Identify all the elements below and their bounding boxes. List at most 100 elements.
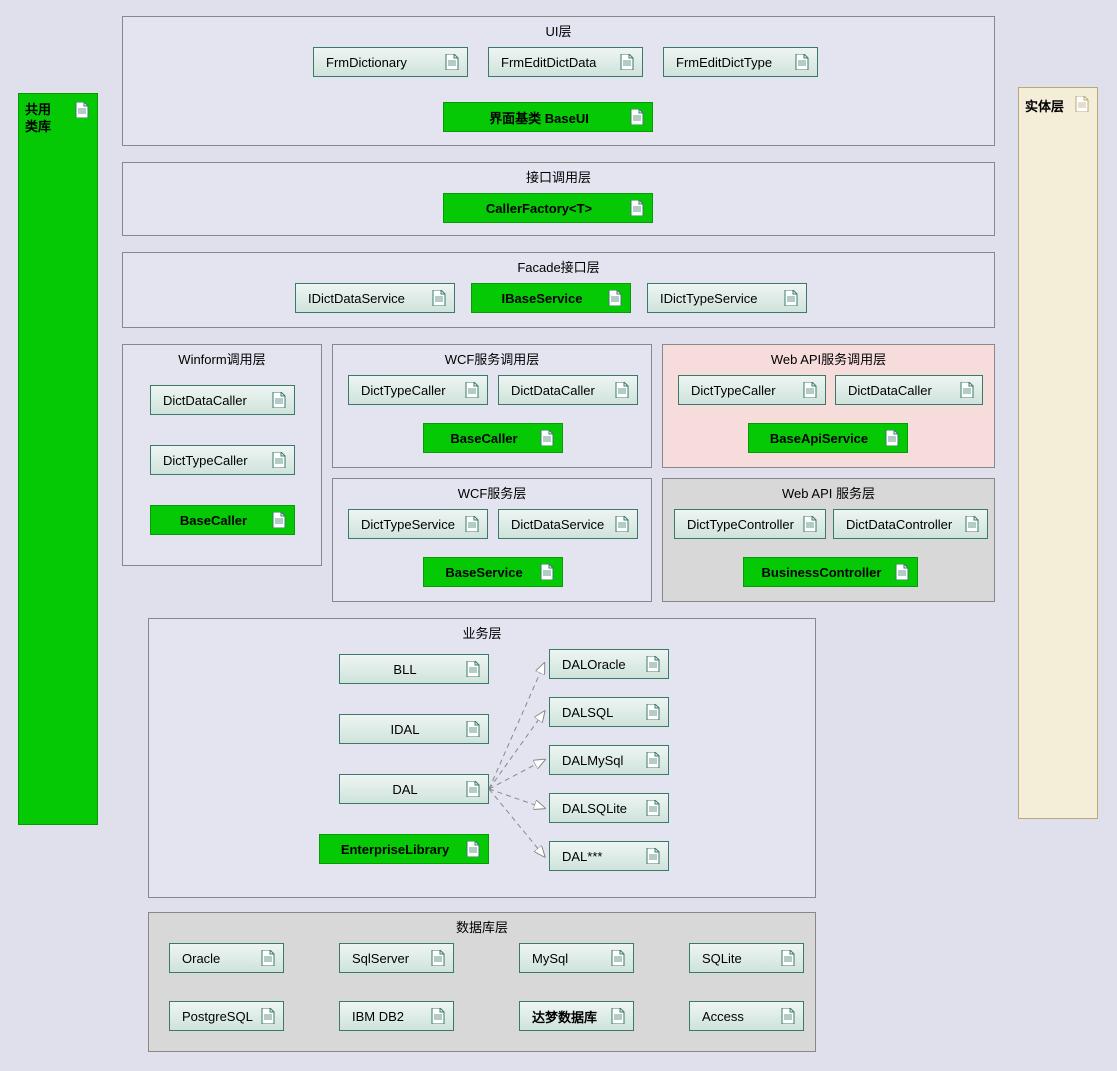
box-access: Access bbox=[689, 1001, 804, 1031]
document-icon bbox=[445, 54, 459, 70]
document-icon bbox=[965, 516, 979, 532]
box-dictdataservice: DictDataService bbox=[498, 509, 638, 539]
panel-title: Web API 服务层 bbox=[663, 479, 994, 504]
box-frmeditdicttype: FrmEditDictType bbox=[663, 47, 818, 77]
box-sqlite: SQLite bbox=[689, 943, 804, 973]
panel-title: UI层 bbox=[123, 17, 994, 42]
document-icon bbox=[608, 290, 622, 306]
document-icon bbox=[615, 516, 629, 532]
box-frmdictionary: FrmDictionary bbox=[313, 47, 468, 77]
box-dictdatacaller-api: DictDataCaller bbox=[835, 375, 983, 405]
box-baseui: 界面基类 BaseUI bbox=[443, 102, 653, 132]
box-ibmdb2: IBM DB2 bbox=[339, 1001, 454, 1031]
document-icon bbox=[615, 382, 629, 398]
panel-business-layer: 业务层 BLL IDAL DAL EnterpriseLibrary DALOr… bbox=[148, 618, 816, 898]
panel-title: Web API服务调用层 bbox=[663, 345, 994, 370]
document-icon bbox=[261, 950, 275, 966]
document-icon bbox=[431, 950, 445, 966]
panel-winform-caller: Winform调用层 DictDataCaller DictTypeCaller… bbox=[122, 344, 322, 566]
document-icon bbox=[620, 54, 634, 70]
sidebar-shared-lib: 共用类库 bbox=[18, 93, 98, 825]
document-icon bbox=[272, 452, 286, 468]
box-idictdataservice: IDictDataService bbox=[295, 283, 455, 313]
document-icon bbox=[75, 102, 89, 118]
document-icon bbox=[611, 950, 625, 966]
box-dicttypecontroller: DictTypeController bbox=[674, 509, 826, 539]
box-sqlserver: SqlServer bbox=[339, 943, 454, 973]
panel-title: 业务层 bbox=[149, 619, 815, 644]
box-dal-star: DAL*** bbox=[549, 841, 669, 871]
sidebar-entity-layer: 实体层 bbox=[1018, 87, 1098, 819]
box-baseapiservice: BaseApiService bbox=[748, 423, 908, 453]
document-icon bbox=[630, 109, 644, 125]
box-dicttypecaller-wcf: DictTypeCaller bbox=[348, 375, 488, 405]
document-icon bbox=[431, 1008, 445, 1024]
document-icon bbox=[540, 430, 554, 446]
box-idal: IDAL bbox=[339, 714, 489, 744]
box-baseservice: BaseService bbox=[423, 557, 563, 587]
box-dictdatacontroller: DictDataController bbox=[833, 509, 988, 539]
document-icon bbox=[781, 1008, 795, 1024]
box-dictdatacaller-wcf: DictDataCaller bbox=[498, 375, 638, 405]
document-icon bbox=[803, 516, 817, 532]
document-icon bbox=[646, 752, 660, 768]
box-basecaller-wcf: BaseCaller bbox=[423, 423, 563, 453]
document-icon bbox=[646, 800, 660, 816]
document-icon bbox=[885, 430, 899, 446]
document-icon bbox=[646, 656, 660, 672]
document-icon bbox=[795, 54, 809, 70]
document-icon bbox=[646, 704, 660, 720]
box-mysql: MySql bbox=[519, 943, 634, 973]
panel-title: Facade接口层 bbox=[123, 253, 994, 278]
document-icon bbox=[272, 392, 286, 408]
document-icon bbox=[465, 382, 479, 398]
box-postgresql: PostgreSQL bbox=[169, 1001, 284, 1031]
document-icon bbox=[1075, 96, 1089, 112]
document-icon bbox=[803, 382, 817, 398]
box-dameng: 达梦数据库 bbox=[519, 1001, 634, 1031]
panel-caller-layer: 接口调用层 CallerFactory<T> bbox=[122, 162, 995, 236]
box-businesscontroller: BusinessController bbox=[743, 557, 918, 587]
document-icon bbox=[466, 781, 480, 797]
document-icon bbox=[466, 721, 480, 737]
box-dictdatacaller-wf: DictDataCaller bbox=[150, 385, 295, 415]
panel-title: 数据库层 bbox=[149, 913, 815, 938]
document-icon bbox=[630, 200, 644, 216]
panel-title: WCF服务调用层 bbox=[333, 345, 651, 370]
document-icon bbox=[781, 950, 795, 966]
document-icon bbox=[261, 1008, 275, 1024]
panel-title: 接口调用层 bbox=[123, 163, 994, 188]
panel-webapi-service: Web API 服务层 DictTypeController DictDataC… bbox=[662, 478, 995, 602]
box-ibaseservice: IBaseService bbox=[471, 283, 631, 313]
document-icon bbox=[611, 1008, 625, 1024]
box-daloracle: DALOracle bbox=[549, 649, 669, 679]
box-dalmysql: DALMySql bbox=[549, 745, 669, 775]
document-icon bbox=[465, 516, 479, 532]
document-icon bbox=[540, 564, 554, 580]
panel-wcf-caller: WCF服务调用层 DictTypeCaller DictDataCaller B… bbox=[332, 344, 652, 468]
box-basecaller-wf: BaseCaller bbox=[150, 505, 295, 535]
document-icon bbox=[466, 841, 480, 857]
box-dal: DAL bbox=[339, 774, 489, 804]
panel-webapi-caller: Web API服务调用层 DictTypeCaller DictDataCall… bbox=[662, 344, 995, 468]
document-icon bbox=[646, 848, 660, 864]
panel-title: Winform调用层 bbox=[123, 345, 321, 370]
document-icon bbox=[960, 382, 974, 398]
panel-wcf-service: WCF服务层 DictTypeService DictDataService B… bbox=[332, 478, 652, 602]
panel-db-layer: 数据库层 Oracle SqlServer MySql SQLite Postg… bbox=[148, 912, 816, 1052]
box-frmeditdictdata: FrmEditDictData bbox=[488, 47, 643, 77]
document-icon bbox=[895, 564, 909, 580]
document-icon bbox=[432, 290, 446, 306]
panel-title: WCF服务层 bbox=[333, 479, 651, 504]
box-dicttypecaller-api: DictTypeCaller bbox=[678, 375, 826, 405]
box-dicttypeservice: DictTypeService bbox=[348, 509, 488, 539]
box-dalsqlite: DALSQLite bbox=[549, 793, 669, 823]
document-icon bbox=[272, 512, 286, 528]
document-icon bbox=[784, 290, 798, 306]
box-enterpriselibrary: EnterpriseLibrary bbox=[319, 834, 489, 864]
box-idicttypeservice: IDictTypeService bbox=[647, 283, 807, 313]
box-bll: BLL bbox=[339, 654, 489, 684]
panel-ui-layer: UI层 FrmDictionary FrmEditDictData FrmEdi… bbox=[122, 16, 995, 146]
panel-facade-layer: Facade接口层 IDictDataService IBaseService … bbox=[122, 252, 995, 328]
box-callerfactory: CallerFactory<T> bbox=[443, 193, 653, 223]
